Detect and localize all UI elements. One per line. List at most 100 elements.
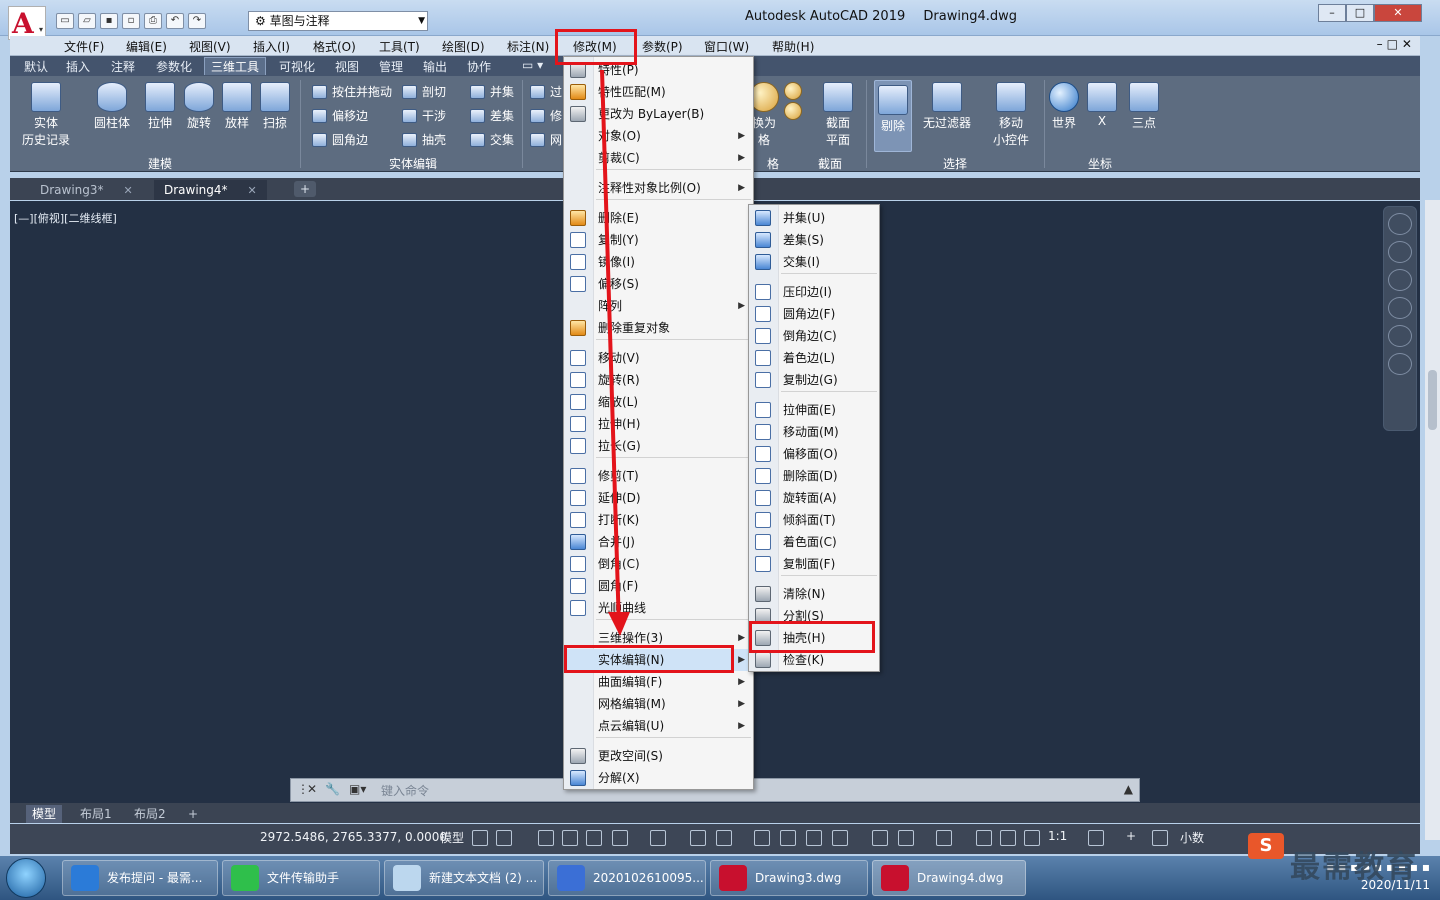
tab-manage[interactable]: 管理 xyxy=(379,58,403,75)
modify-menu-item[interactable]: 复制(Y) xyxy=(564,229,753,251)
isodraft-icon[interactable] xyxy=(650,830,666,846)
menu-draw[interactable]: 绘图(D) xyxy=(442,38,485,55)
modify-menu-item[interactable]: 注释性对象比例(O) ▶ xyxy=(564,177,753,199)
tab-insert[interactable]: 插入 xyxy=(66,58,90,75)
modify-menu-item[interactable]: 删除(E) xyxy=(564,207,753,229)
ribbon-options-icon[interactable]: ▭ ▾ xyxy=(522,58,543,72)
gizmo-icon[interactable] xyxy=(936,830,952,846)
save-as-icon[interactable]: ▫ xyxy=(122,13,140,29)
solid-edit-menu-item[interactable]: 着色边(L) xyxy=(749,347,879,369)
cylinder-button[interactable]: 圆柱体 xyxy=(90,82,134,131)
polar-icon[interactable] xyxy=(612,830,628,846)
doc-window-controls[interactable]: –□✕ xyxy=(1377,37,1416,51)
annotation-scale-value[interactable]: 1:1 xyxy=(1048,829,1067,843)
autocad-app-button[interactable]: A ▾ xyxy=(8,6,46,40)
move-gizmo-button[interactable]: 移动 小控件 xyxy=(986,82,1036,148)
auto-scale-icon[interactable] xyxy=(1000,830,1016,846)
modify-menu-item[interactable]: 镜像(I) xyxy=(564,251,753,273)
tab-default[interactable]: 默认 xyxy=(24,58,48,75)
slice-button[interactable]: 剖切 xyxy=(402,82,446,102)
solid-edit-menu-item[interactable]: 删除面(D) xyxy=(749,465,879,487)
tab-view[interactable]: 视图 xyxy=(335,58,359,75)
chevron-up-icon[interactable]: ▲ xyxy=(1124,782,1133,796)
solid-edit-menu-item[interactable]: 拉伸面(E) xyxy=(749,399,879,421)
showmotion-icon[interactable] xyxy=(1388,353,1412,375)
subtract-button[interactable]: 差集 xyxy=(470,106,514,126)
intersect-button[interactable]: 交集 xyxy=(470,130,514,150)
no-filter-button[interactable]: 无过滤器 xyxy=(918,82,976,131)
tab-model[interactable]: 模型 xyxy=(26,805,63,823)
modify-menu-item[interactable]: 修剪(T) xyxy=(564,465,753,487)
sweep-button[interactable]: 扫掠 xyxy=(256,82,294,131)
ortho-icon[interactable] xyxy=(586,830,602,846)
close-icon[interactable]: ✕ xyxy=(248,184,257,197)
loft-button[interactable]: 放样 xyxy=(218,82,256,131)
panel-label-modeling[interactable]: 建模 xyxy=(120,155,200,171)
orbit-icon[interactable] xyxy=(1388,325,1412,347)
modify-menu-item[interactable]: 对象(O) ▶ xyxy=(564,125,753,147)
redo-icon[interactable]: ↷ xyxy=(188,13,206,29)
solid-history-button[interactable]: 实体 历史记录 xyxy=(18,82,74,148)
model-space-toggle[interactable]: 模型 xyxy=(440,829,464,846)
cull-button[interactable]: 剔除 xyxy=(874,80,912,152)
close-icon[interactable]: ✕ xyxy=(124,184,133,197)
solid-edit-menu-item[interactable]: 差集(S) xyxy=(749,229,879,251)
dynamic-input-icon[interactable] xyxy=(562,830,578,846)
minimize-button[interactable]: – xyxy=(1318,4,1346,22)
object-snap-tracking-icon[interactable] xyxy=(690,830,706,846)
modify-menu-item[interactable]: 圆角(F) xyxy=(564,575,753,597)
start-button[interactable] xyxy=(6,858,46,898)
panel-label-section[interactable]: 截面 xyxy=(810,155,850,171)
zoom-icon[interactable] xyxy=(1388,297,1412,319)
solid-edit-menu-item[interactable]: 复制边(G) xyxy=(749,369,879,391)
modify-menu-item[interactable]: 分解(X) xyxy=(564,767,753,789)
tab-output[interactable]: 输出 xyxy=(423,58,447,75)
modify-menu-item[interactable]: 拉伸(H) xyxy=(564,413,753,435)
maximize-button[interactable]: □ xyxy=(1346,4,1374,22)
modify-menu-item[interactable]: 打断(K) xyxy=(564,509,753,531)
solid-edit-menu-item[interactable]: 移动面(M) xyxy=(749,421,879,443)
solid-edit-menu-item[interactable]: 交集(I) xyxy=(749,251,879,273)
solid-edit-menu-item[interactable]: 倒角边(C) xyxy=(749,325,879,347)
taskbar-ie[interactable]: 发布提问 - 最需... xyxy=(62,860,218,896)
transparency-icon[interactable] xyxy=(780,830,796,846)
menu-format[interactable]: 格式(O) xyxy=(313,38,356,55)
lineweight-icon[interactable] xyxy=(754,830,770,846)
extract-b-button[interactable]: 修 xyxy=(530,106,562,126)
modify-menu-item[interactable]: 曲面编辑(F) ▶ xyxy=(564,671,753,693)
new-icon[interactable]: ▭ xyxy=(56,13,74,29)
shell-button[interactable]: 抽壳 xyxy=(402,130,446,150)
taskbar-video[interactable]: 2020102610095... xyxy=(548,860,706,896)
menu-dimension[interactable]: 标注(N) xyxy=(507,38,549,55)
menu-help[interactable]: 帮助(H) xyxy=(772,38,814,55)
steering-wheel-icon[interactable] xyxy=(1388,241,1412,263)
close-icon[interactable]: ✕ xyxy=(307,782,317,796)
interfere-button[interactable]: 干涉 xyxy=(402,106,446,126)
offset-edge-button[interactable]: 偏移边 xyxy=(312,106,368,126)
dynamic-ucs-icon[interactable] xyxy=(872,830,888,846)
infer-constraints-icon[interactable] xyxy=(538,830,554,846)
menu-parametric[interactable]: 参数(P) xyxy=(642,38,683,55)
open-icon[interactable]: ▱ xyxy=(78,13,96,29)
workspace-select[interactable]: ⚙ 草图与注释 ▼ xyxy=(248,11,428,31)
grid-icon[interactable] xyxy=(472,830,488,846)
extrude-button[interactable]: 拉伸 xyxy=(140,82,180,131)
scrollbar-thumb[interactable] xyxy=(1428,370,1437,430)
modify-menu-item[interactable]: 光顺曲线 xyxy=(564,597,753,619)
sogou-ime-icon[interactable]: S xyxy=(1248,833,1284,859)
add-layout-button[interactable]: + xyxy=(182,805,204,823)
plus-icon[interactable]: + xyxy=(1126,829,1136,843)
panel-label-grid[interactable]: 格 xyxy=(758,155,788,171)
modify-menu-item[interactable]: 延伸(D) xyxy=(564,487,753,509)
modify-menu-item[interactable]: 特性匹配(M) xyxy=(564,81,753,103)
modify-menu-item[interactable]: 缩放(L) xyxy=(564,391,753,413)
tab-visualize[interactable]: 可视化 xyxy=(279,58,315,75)
quick-properties-icon[interactable] xyxy=(1152,830,1168,846)
solid-edit-menu-item[interactable]: 并集(U) xyxy=(749,207,879,229)
modify-menu-item[interactable]: 旋转(R) xyxy=(564,369,753,391)
viewcube-icon[interactable] xyxy=(1388,213,1412,235)
modify-menu-item[interactable]: 拉长(G) xyxy=(564,435,753,457)
modify-menu-item[interactable]: 删除重复对象 xyxy=(564,317,753,339)
solid-edit-menu-item[interactable]: 清除(N) xyxy=(749,583,879,605)
modify-menu-item[interactable]: 更改为 ByLayer(B) xyxy=(564,103,753,125)
